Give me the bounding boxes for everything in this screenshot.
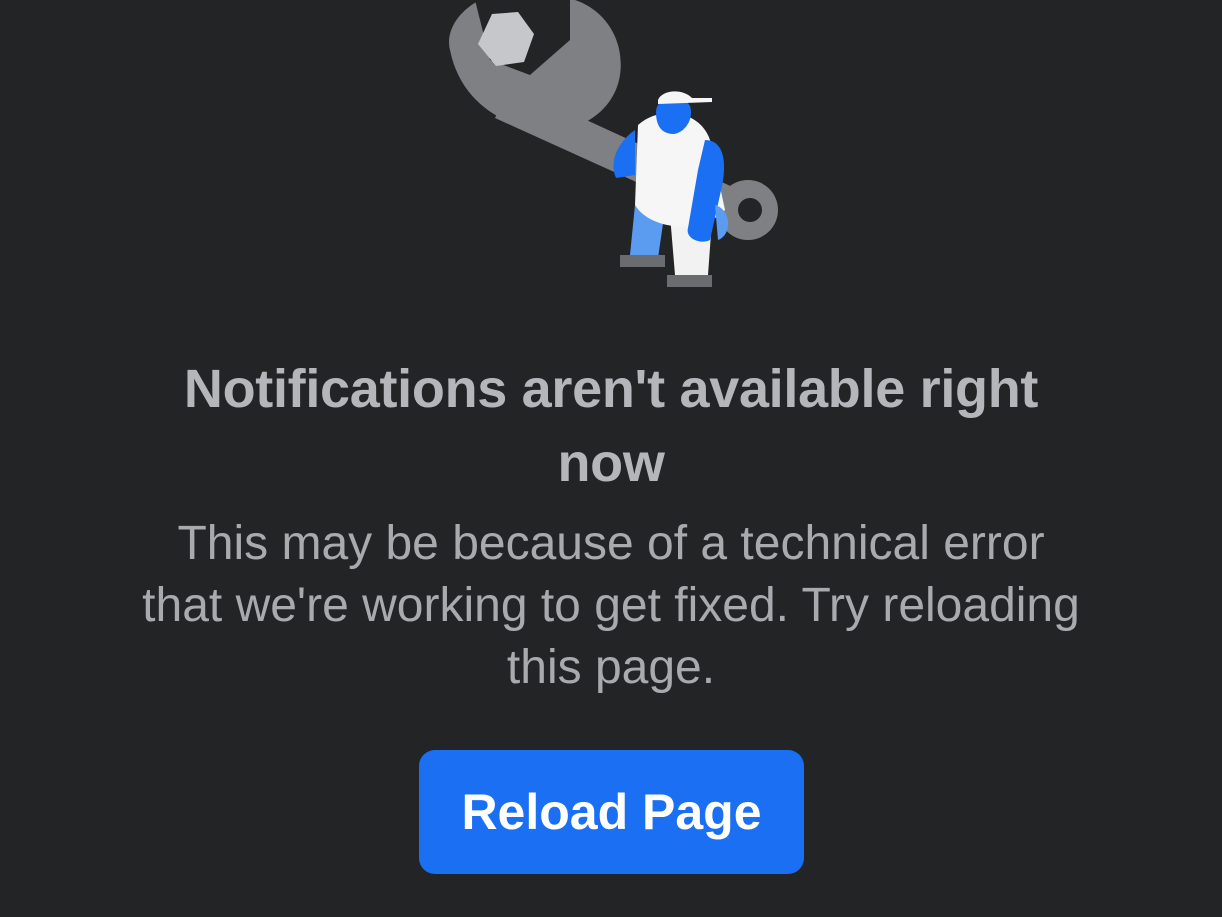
- error-message-line: this page.: [506, 641, 716, 694]
- error-message-line: that we're working to get fixed. Try rel…: [142, 579, 1080, 632]
- error-message-line: This may be because of a technical error: [177, 517, 1045, 570]
- wrench-worker-illustration: [420, 0, 800, 300]
- error-message: This may be because of a technical error…: [40, 513, 1182, 699]
- reload-page-button[interactable]: Reload Page: [419, 750, 804, 874]
- error-title-line: Notifications aren't available right: [183, 359, 1039, 419]
- error-screen: Notifications aren't available right now…: [0, 0, 1222, 917]
- error-title: Notifications aren't available right now: [0, 352, 1222, 500]
- error-title-line: now: [557, 433, 665, 493]
